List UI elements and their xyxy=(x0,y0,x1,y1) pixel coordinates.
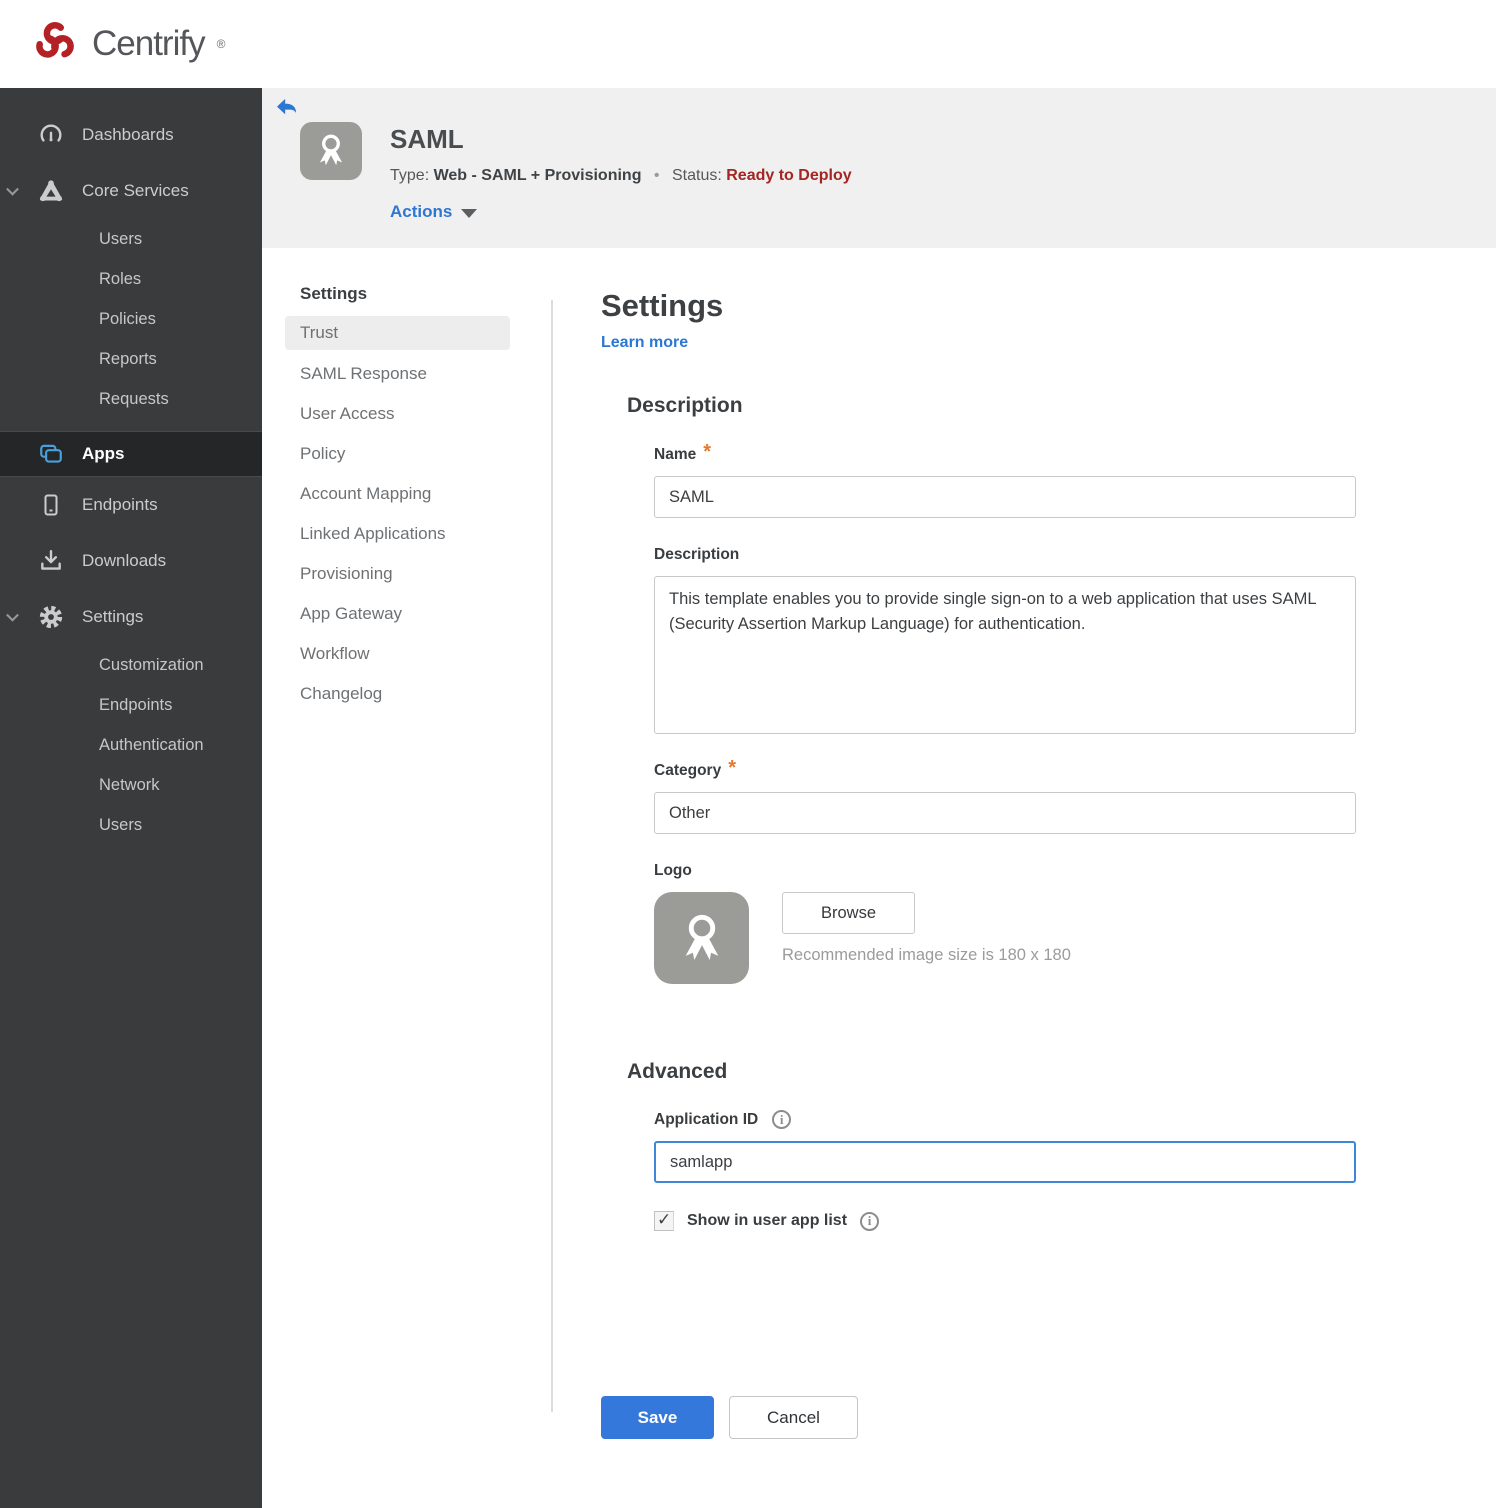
category-input[interactable] xyxy=(654,792,1356,834)
name-label-text: Name xyxy=(654,446,697,463)
sidebar-item-label: Dashboards xyxy=(82,125,174,144)
app-title: SAML xyxy=(390,124,464,154)
sidebar-item-label: Core Services xyxy=(82,181,189,200)
description-label: Description xyxy=(654,546,1421,564)
sidebar-item-core-services[interactable]: Core Services xyxy=(0,163,262,219)
cancel-button[interactable]: Cancel xyxy=(729,1396,858,1439)
category-label-text: Category xyxy=(654,762,722,779)
type-value: Web - SAML + Provisioning xyxy=(433,167,642,184)
download-icon xyxy=(38,548,64,574)
sidebar-item-customization[interactable]: Customization xyxy=(0,645,262,685)
show-in-user-app-list-checkbox[interactable] xyxy=(654,1210,674,1231)
vertical-divider xyxy=(551,300,553,1412)
status-label: Status: xyxy=(671,167,722,184)
save-button[interactable]: Save xyxy=(601,1396,714,1439)
sidebar-item-settings-users[interactable]: Users xyxy=(0,805,262,845)
application-id-label-text: Application ID xyxy=(654,1110,759,1128)
chevron-down-icon xyxy=(6,608,19,622)
subnav-item-policy[interactable]: Policy xyxy=(285,436,510,476)
brand-name: Centrify xyxy=(92,24,206,63)
logo-preview-tile xyxy=(654,892,749,984)
actions-dropdown[interactable]: Actions xyxy=(390,202,478,222)
logo-label-text: Logo xyxy=(654,862,692,879)
sidebar-item-endpoints[interactable]: Endpoints xyxy=(0,477,262,533)
sidebar: Dashboards Core Services Users Roles Pol… xyxy=(0,88,262,1508)
required-asterisk: * xyxy=(703,440,712,463)
category-label: Category * xyxy=(654,757,1421,780)
type-label: Type: xyxy=(390,167,430,184)
sidebar-item-label: Apps xyxy=(82,444,125,463)
name-input[interactable] xyxy=(654,476,1356,518)
award-ribbon-icon xyxy=(674,908,730,969)
top-bar: Centrify ® xyxy=(0,0,1496,88)
sidebar-item-authentication[interactable]: Authentication xyxy=(0,725,262,765)
main-panel: SAML Type: Web - SAML + Provisioning • S… xyxy=(262,88,1496,1508)
sidebar-item-label: Endpoints xyxy=(82,495,158,514)
description-textarea[interactable]: This template enables you to provide sin… xyxy=(654,576,1356,734)
advanced-section-heading: Advanced xyxy=(627,1060,728,1083)
subnav-item-saml-response[interactable]: SAML Response xyxy=(285,356,510,396)
gauge-icon xyxy=(38,122,64,148)
app-meta: Type: Web - SAML + Provisioning • Status… xyxy=(390,167,852,185)
subnav-item-provisioning[interactable]: Provisioning xyxy=(285,556,510,596)
settings-form: Settings Learn more Description Name * D… xyxy=(601,248,1421,1508)
show-in-user-app-list-label: Show in user app list xyxy=(687,1212,848,1229)
info-icon[interactable] xyxy=(860,1211,880,1231)
subnav-item-changelog[interactable]: Changelog xyxy=(285,676,510,716)
browse-button[interactable]: Browse xyxy=(782,892,915,934)
subnav-item-linked-applications[interactable]: Linked Applications xyxy=(285,516,510,556)
sidebar-item-settings[interactable]: Settings xyxy=(0,589,262,645)
sidebar-item-dashboards[interactable]: Dashboards xyxy=(0,107,262,163)
settings-subnav: Settings Trust SAML Response User Access… xyxy=(262,248,551,1508)
chevron-down-icon xyxy=(6,182,19,196)
brand-logo: Centrify ® xyxy=(28,15,225,74)
description-section-heading: Description xyxy=(627,394,743,417)
gear-icon xyxy=(38,604,64,630)
brand-trademark: ® xyxy=(216,37,226,51)
logo-label: Logo xyxy=(654,862,1421,880)
subnav-item-app-gateway[interactable]: App Gateway xyxy=(285,596,510,636)
app-header: SAML Type: Web - SAML + Provisioning • S… xyxy=(262,88,1496,248)
description-label-text: Description xyxy=(654,546,740,563)
sidebar-item-downloads[interactable]: Downloads xyxy=(0,533,262,589)
mobile-device-icon xyxy=(38,492,64,518)
subnav-item-user-access[interactable]: User Access xyxy=(285,396,510,436)
sidebar-item-label: Settings xyxy=(82,607,144,626)
application-id-label: Application ID xyxy=(654,1110,1421,1129)
app-logo-tile xyxy=(300,122,362,180)
sidebar-item-label: Downloads xyxy=(82,551,167,570)
subnav-item-workflow[interactable]: Workflow xyxy=(285,636,510,676)
sidebar-item-users[interactable]: Users xyxy=(0,219,262,259)
meta-separator: • xyxy=(653,167,660,184)
actions-label: Actions xyxy=(390,202,453,221)
core-services-icon xyxy=(38,178,64,204)
required-asterisk: * xyxy=(728,756,736,779)
sidebar-item-roles[interactable]: Roles xyxy=(0,259,262,299)
subnav-item-account-mapping[interactable]: Account Mapping xyxy=(285,476,510,516)
sidebar-item-settings-endpoints[interactable]: Endpoints xyxy=(0,685,262,725)
apps-icon xyxy=(38,441,64,467)
subnav-heading: Settings xyxy=(300,284,368,303)
info-icon[interactable] xyxy=(772,1110,792,1129)
application-id-input[interactable] xyxy=(654,1141,1356,1183)
learn-more-link[interactable]: Learn more xyxy=(601,334,688,352)
award-ribbon-icon xyxy=(312,130,350,173)
name-label: Name * xyxy=(654,441,1421,464)
subnav-item-trust[interactable]: Trust xyxy=(285,316,510,350)
back-arrow-icon[interactable] xyxy=(276,98,298,118)
sidebar-item-reports[interactable]: Reports xyxy=(0,339,262,379)
status-value: Ready to Deploy xyxy=(726,167,852,184)
sidebar-item-policies[interactable]: Policies xyxy=(0,299,262,339)
centrify-pinwheel-icon xyxy=(28,15,82,74)
chevron-down-icon xyxy=(461,208,478,218)
sidebar-item-requests[interactable]: Requests xyxy=(0,379,262,419)
sidebar-item-apps[interactable]: Apps xyxy=(0,431,262,477)
logo-size-hint: Recommended image size is 180 x 180 xyxy=(782,946,1071,964)
page-title: Settings xyxy=(601,288,724,323)
sidebar-item-network[interactable]: Network xyxy=(0,765,262,805)
